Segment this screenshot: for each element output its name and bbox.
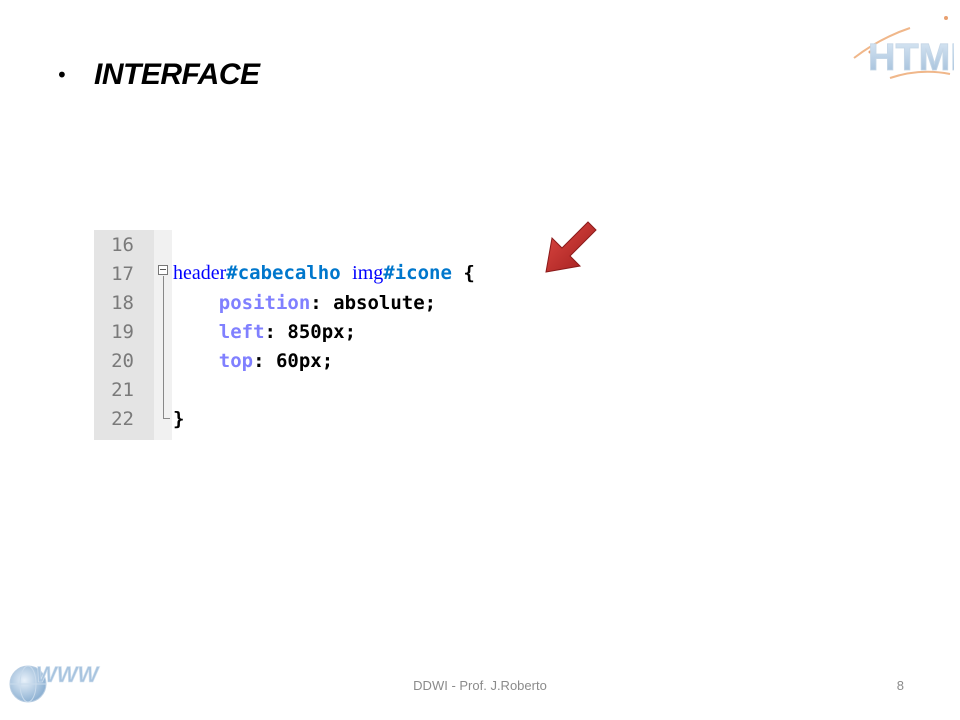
code-token-id: #cabecalho: [226, 262, 341, 284]
code-token-val: 60px;: [275, 349, 334, 372]
code-token-tag: header: [173, 262, 227, 284]
svg-text:HTML: HTML: [868, 37, 954, 79]
code-token-prop: top: [173, 349, 254, 372]
line-number: 17: [111, 262, 134, 285]
red-arrow-icon: [545, 221, 597, 273]
code-editor-screenshot: 16 17 header#cabecalho img#icone {18 posit…: [94, 230, 564, 440]
code-line: 21: [94, 375, 564, 404]
line-number: 18: [111, 291, 134, 314]
line-number: 22: [111, 407, 134, 430]
code-line: 22}: [94, 404, 564, 433]
code-text: position: absolute;: [173, 292, 436, 314]
code-text: header#cabecalho img#icone {: [173, 262, 475, 285]
code-token-id: #icone: [383, 262, 452, 284]
line-number: 23: [94, 437, 134, 441]
code-token-prop: position: [173, 291, 311, 314]
line-number: 21: [111, 378, 134, 401]
code-text: top: 60px;: [173, 350, 333, 372]
line-number: 16: [111, 233, 134, 256]
code-line: 17 header#cabecalho img#icone {: [94, 259, 564, 288]
code-token-op: {: [451, 262, 475, 284]
code-token-op: }: [173, 407, 185, 430]
code-line: 16: [94, 230, 564, 259]
code-token-op: :: [310, 291, 334, 314]
code-line: 19 left: 850px;: [94, 317, 564, 346]
code-token-op: :: [264, 320, 288, 343]
code-token-op: [341, 262, 352, 284]
page-number: 8: [896, 678, 904, 693]
slide-heading: INTERFACE: [94, 58, 260, 91]
code-token-op: :: [253, 349, 276, 372]
www-globe-logo-icon: WWW: [9, 662, 101, 703]
code-token-tag: img: [352, 262, 384, 284]
code-line: 23: [94, 433, 564, 441]
line-number: 19: [111, 320, 134, 343]
code-line: 18 position: absolute;: [94, 288, 564, 317]
code-token-val: 850px;: [287, 320, 357, 343]
code-text: }: [173, 408, 184, 430]
line-number: 20: [111, 349, 134, 372]
html-logo-icon: HTML: [853, 16, 954, 79]
footer-text: DDWI - Prof. J.Roberto: [413, 678, 547, 693]
code-token-val: absolute;: [333, 291, 437, 314]
bullet-marker: •: [56, 63, 68, 87]
code-token-prop: left: [173, 320, 265, 343]
svg-text:WWW: WWW: [36, 662, 101, 687]
code-text: left: 850px;: [173, 321, 356, 343]
code-line: 20 top: 60px;: [94, 346, 564, 375]
bullet-heading-row: • INTERFACE: [56, 58, 260, 92]
